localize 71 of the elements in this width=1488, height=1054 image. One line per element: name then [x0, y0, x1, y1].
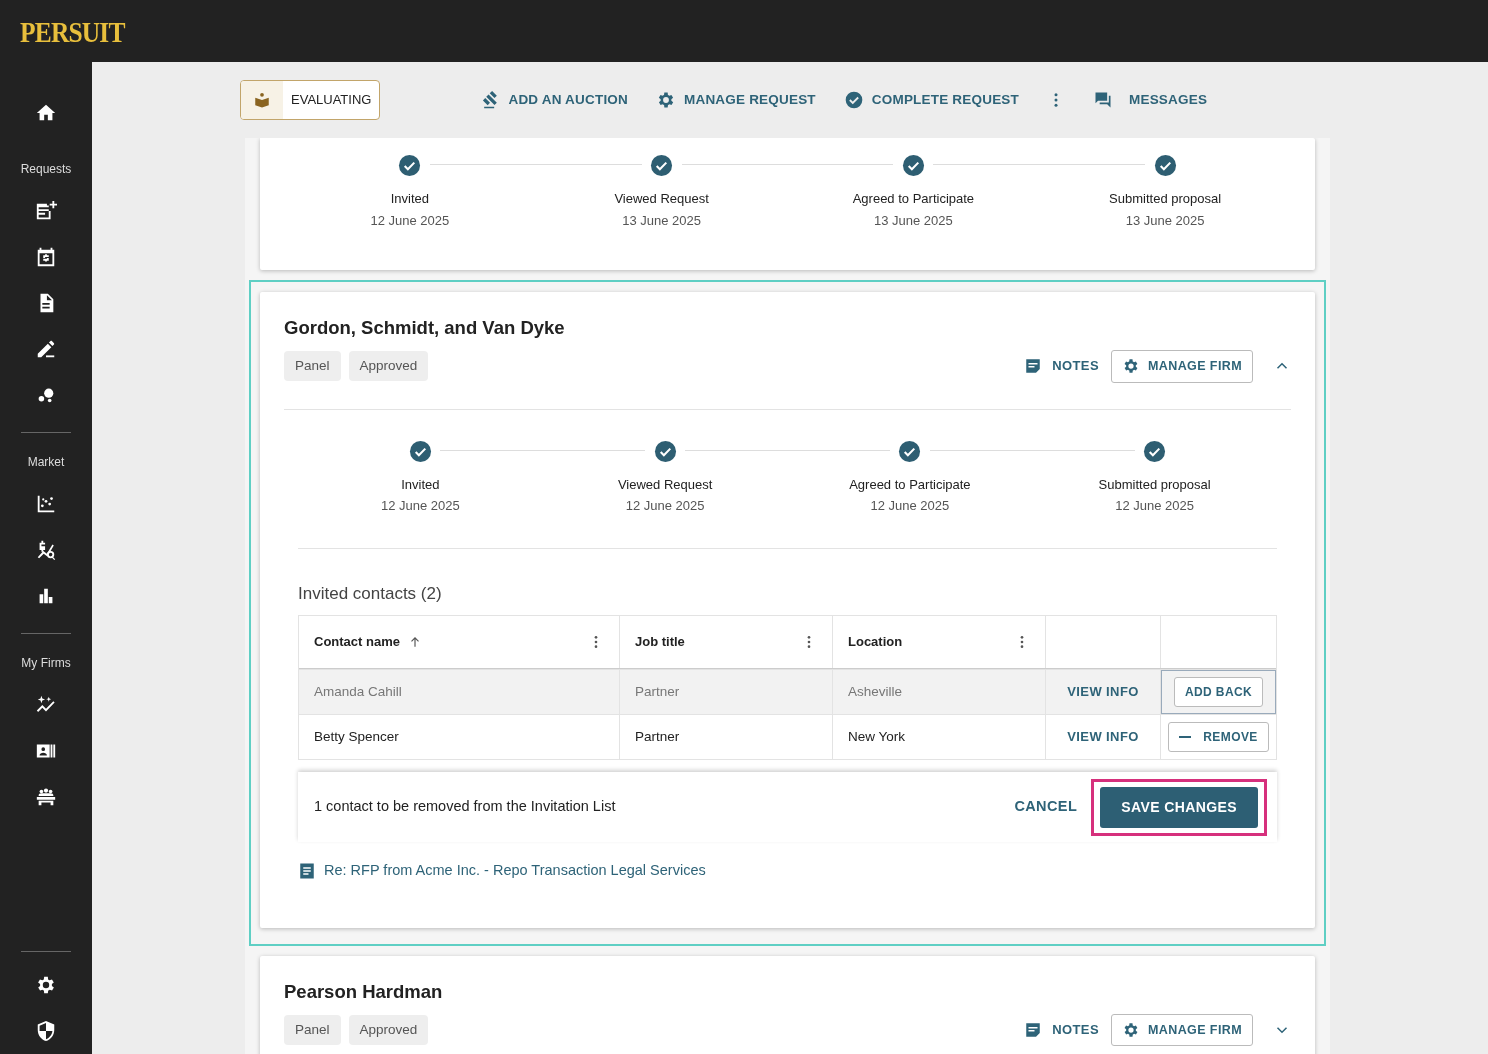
toolbar-button[interactable]: COMPLETE REQUEST	[843, 89, 1019, 111]
sidebar-heading: My Firms	[21, 655, 71, 672]
step-label: Agreed to Participate	[852, 190, 975, 208]
remove-button[interactable]: REMOVE	[1168, 722, 1269, 752]
note-icon	[1024, 1020, 1043, 1039]
table-cell-text: Betty Spencer	[314, 727, 399, 746]
view-info-link[interactable]: VIEW INFO	[1067, 682, 1139, 702]
chat-icon	[1093, 90, 1113, 110]
note-icon	[1024, 357, 1043, 376]
document-icon	[298, 861, 316, 880]
footer-message: 1 contact to be removed from the Invitation List	[314, 797, 617, 817]
settings-icon	[1122, 1020, 1140, 1039]
step-date: 13 June 2025	[622, 211, 701, 230]
save-changes-button[interactable]: SAVE CHANGES	[1100, 786, 1258, 828]
pen-icon[interactable]	[35, 338, 57, 360]
scatter-chart-icon[interactable]	[35, 493, 57, 515]
step-label: Submitted proposal	[1109, 190, 1222, 208]
people-table-icon[interactable]	[35, 786, 57, 808]
minus-icon	[1179, 736, 1192, 738]
step-label: Viewed Request	[617, 475, 713, 494]
note-add-icon[interactable]	[35, 200, 57, 222]
table-cell-text: Partner	[635, 682, 680, 701]
table-cell-text: Asheville	[848, 682, 903, 701]
manage-firm-button[interactable]: MANAGE FIRM	[1111, 349, 1253, 383]
table-cell-text: Amanda Cahill	[314, 682, 402, 701]
manage-firm-button[interactable]: MANAGE FIRM	[1111, 1013, 1253, 1047]
table-title: Invited contacts (2)	[298, 582, 443, 605]
dollar-search-icon[interactable]	[35, 539, 57, 561]
step-date: 13 June 2025	[1125, 211, 1205, 230]
step-date: 12 June 2025	[625, 497, 705, 515]
status-badge: EVALUATING	[240, 80, 381, 120]
toolbar-button[interactable]: MANAGE REQUEST	[656, 89, 816, 111]
step-date: 12 June 2025	[1115, 497, 1194, 515]
settings-icon	[656, 90, 676, 110]
document-link[interactable]: Re: RFP from Acme Inc. - Repo Transaction Legal Services	[298, 860, 1277, 928]
step-date: 12 June 2025	[380, 497, 460, 515]
step-date: 12 June 2025	[370, 211, 450, 230]
step-label: Viewed Request	[614, 190, 709, 208]
brand-logo: PERSUIT	[20, 13, 125, 50]
sidebar-heading: Market	[27, 454, 65, 471]
table-cell-text: New York	[848, 727, 906, 746]
toolbar-button[interactable]: MESSAGES	[1093, 89, 1208, 111]
firm-name: Gordon, Schmidt, and Van Dyke	[284, 316, 566, 340]
notes-button[interactable]: NOTES	[1024, 356, 1099, 376]
reader-icon	[253, 91, 271, 109]
step-date: 12 June 2025	[870, 497, 950, 515]
calendar-dollar-icon[interactable]	[35, 246, 57, 268]
table-cell-text: Partner	[635, 727, 680, 746]
notes-button[interactable]: NOTES	[1024, 1020, 1099, 1040]
check-circle-icon	[843, 90, 864, 110]
view-info-link[interactable]: VIEW INFO	[1067, 727, 1139, 747]
add-back-button[interactable]: ADD BACK	[1173, 677, 1264, 707]
step-label: Submitted proposal	[1098, 475, 1211, 494]
firm-name: Pearson Hardman	[284, 979, 444, 1004]
cancel-button[interactable]: CANCEL	[1014, 796, 1078, 818]
sidebar-heading: Requests	[20, 161, 72, 178]
tag: Panel	[284, 351, 341, 382]
step-label: Invited	[390, 190, 430, 208]
tag: Approved	[348, 1014, 429, 1045]
step-label: Invited	[401, 475, 440, 494]
tag: Panel	[284, 1014, 341, 1045]
column-header[interactable]: Contact name	[314, 632, 422, 652]
step-label: Agreed to Participate	[849, 475, 971, 494]
step-date: 13 June 2025	[873, 211, 953, 230]
toolbar-button[interactable]: ADD AN AUCTION	[480, 89, 628, 111]
settings-icon[interactable]	[35, 974, 57, 996]
shield-icon[interactable]	[35, 1020, 57, 1042]
tag: Approved	[348, 351, 429, 382]
settings-icon	[1122, 357, 1140, 376]
column-header[interactable]: Location	[848, 632, 903, 652]
column-header[interactable]: Job title	[635, 632, 685, 652]
